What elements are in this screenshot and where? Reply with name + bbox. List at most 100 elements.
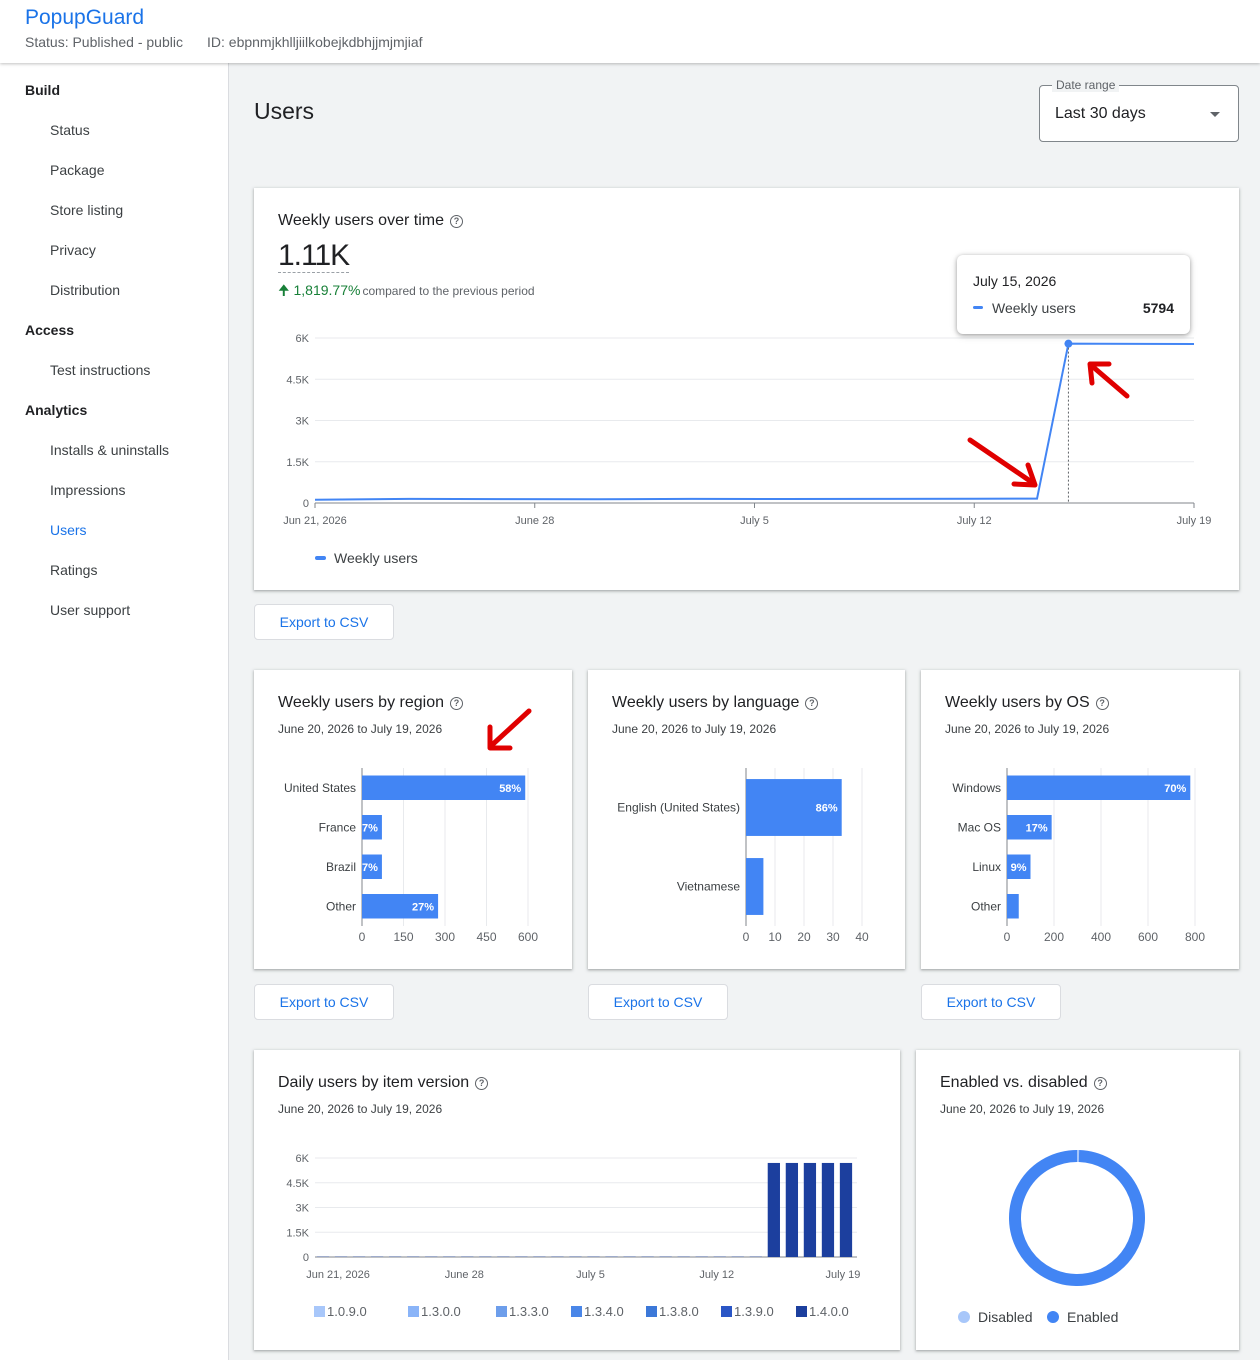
legend-label: 1.3.9.0 bbox=[734, 1304, 774, 1319]
x-tick-label: 450 bbox=[476, 930, 496, 944]
bar-value-label: 9% bbox=[1011, 862, 1027, 874]
top-bar: PopupGuard Status: Published - public ID… bbox=[0, 0, 1260, 63]
x-tick-label: June 28 bbox=[515, 515, 554, 527]
bar-value-label: 86% bbox=[816, 803, 838, 815]
sidebar: Build Status Package Store listing Priva… bbox=[0, 63, 229, 1360]
export-csv-button[interactable]: Export to CSV bbox=[921, 984, 1061, 1020]
x-tick-label: 400 bbox=[1091, 930, 1111, 944]
language-card: Weekly users by language? June 20, 2026 … bbox=[588, 670, 905, 969]
dropdown-arrow-icon bbox=[1210, 112, 1220, 117]
legend-item[interactable]: 1.3.0.0 bbox=[408, 1304, 461, 1319]
weekly-legend[interactable]: Weekly users bbox=[315, 550, 418, 566]
enabled-donut-chart bbox=[1008, 1149, 1145, 1286]
app-title[interactable]: PopupGuard bbox=[25, 6, 144, 30]
x-tick-label: 40 bbox=[855, 930, 869, 944]
legend-swatch bbox=[315, 556, 326, 560]
bar-value-label: 7% bbox=[362, 862, 378, 874]
legend-item[interactable]: 1.4.0.0 bbox=[796, 1304, 849, 1319]
legend-swatch bbox=[646, 1306, 657, 1317]
tooltip-swatch bbox=[973, 306, 983, 309]
x-tick-label: Jun 21, 2026 bbox=[306, 1269, 370, 1281]
legend-item[interactable]: 1.3.8.0 bbox=[646, 1304, 699, 1319]
x-tick-label: July 12 bbox=[699, 1269, 734, 1281]
bar-value-label: 17% bbox=[1026, 822, 1048, 834]
sidebar-item-privacy[interactable]: Privacy bbox=[50, 242, 96, 258]
legend-label: Disabled bbox=[978, 1309, 1033, 1325]
legend-item[interactable]: 1.0.9.0 bbox=[314, 1304, 367, 1319]
legend-item[interactable]: 1.3.4.0 bbox=[571, 1304, 624, 1319]
legend-label: Weekly users bbox=[334, 550, 418, 566]
legend-label: 1.3.4.0 bbox=[584, 1304, 624, 1319]
x-tick-label: July 5 bbox=[740, 515, 769, 527]
bar-value-label: 58% bbox=[499, 783, 521, 795]
category-label: France bbox=[319, 820, 357, 834]
y-tick-label: 3K bbox=[296, 1203, 310, 1215]
bar bbox=[767, 1162, 780, 1257]
x-tick-label: 600 bbox=[518, 930, 538, 944]
legend-swatch bbox=[958, 1311, 970, 1323]
x-tick-label: July 12 bbox=[957, 515, 992, 527]
app-status: Status: Published - public bbox=[25, 34, 183, 50]
tooltip-date: July 15, 2026 bbox=[973, 273, 1057, 289]
y-tick-label: 4.5K bbox=[286, 1178, 309, 1190]
x-tick-label: 0 bbox=[1004, 930, 1011, 944]
y-tick-label: 0 bbox=[303, 1252, 309, 1264]
bar bbox=[803, 1162, 817, 1257]
sidebar-item-distribution[interactable]: Distribution bbox=[50, 282, 120, 298]
y-tick-label: 0 bbox=[303, 498, 309, 510]
weekly-users-chart: 0 1.5K 3K 4.5K 6K Jun 21, 2026 June 28 July 5 Ju… bbox=[283, 333, 1212, 527]
tooltip-value: 5794 bbox=[1142, 300, 1174, 316]
y-tick-label: 4.5K bbox=[286, 374, 309, 386]
x-tick-label: 600 bbox=[1138, 930, 1158, 944]
x-tick-label: 20 bbox=[797, 930, 811, 944]
sidebar-item-user-support[interactable]: User support bbox=[50, 602, 130, 618]
x-tick-label: July 19 bbox=[1177, 515, 1212, 527]
legend-item[interactable]: Enabled bbox=[1047, 1309, 1118, 1325]
category-label: United States bbox=[284, 781, 356, 795]
export-csv-button[interactable]: Export to CSV bbox=[254, 984, 394, 1020]
date-range-select[interactable]: Date range Last 30 days bbox=[1039, 78, 1239, 142]
x-tick-label: Jun 21, 2026 bbox=[283, 515, 347, 527]
legend-swatch bbox=[496, 1306, 507, 1317]
tooltip-series: Weekly users bbox=[992, 300, 1076, 316]
legend-swatch bbox=[721, 1306, 732, 1317]
region-bar-chart: 0 150 300 450 600 United States 58% France 7% Bra… bbox=[284, 768, 538, 944]
legend-item[interactable]: 1.3.9.0 bbox=[721, 1304, 774, 1319]
legend-swatch bbox=[408, 1306, 419, 1317]
language-bar-chart: 0 10 20 30 40 English (United States) 86% Vietn… bbox=[617, 768, 869, 944]
y-tick-label: 3K bbox=[296, 416, 310, 428]
sidebar-item-users[interactable]: Users bbox=[50, 522, 87, 538]
x-tick-label: 200 bbox=[1044, 930, 1064, 944]
export-csv-button[interactable]: Export to CSV bbox=[254, 604, 394, 640]
export-csv-button[interactable]: Export to CSV bbox=[588, 984, 728, 1020]
donut-slice bbox=[1008, 1150, 1145, 1286]
sidebar-section-analytics: Analytics bbox=[25, 402, 88, 418]
sidebar-item-test-instructions[interactable]: Test instructions bbox=[50, 362, 150, 378]
sidebar-item-store-listing[interactable]: Store listing bbox=[50, 202, 123, 218]
legend-item[interactable]: 1.3.3.0 bbox=[496, 1304, 549, 1319]
sidebar-item-installs[interactable]: Installs & uninstalls bbox=[50, 442, 169, 458]
sidebar-item-status[interactable]: Status bbox=[50, 122, 90, 138]
legend-label: 1.0.9.0 bbox=[327, 1304, 367, 1319]
legend-label: Enabled bbox=[1067, 1309, 1119, 1325]
x-tick-label: 30 bbox=[826, 930, 840, 944]
category-label: Other bbox=[971, 899, 1001, 913]
chart-tooltip: July 15, 2026 Weekly users 5794 bbox=[957, 255, 1190, 334]
date-range-label: Date range bbox=[1052, 78, 1120, 92]
legend-label: 1.3.3.0 bbox=[509, 1304, 549, 1319]
y-tick-label: 1.5K bbox=[286, 1227, 309, 1239]
weekly-users-card: Weekly users over time? 1.11K 🠉 1,819.77… bbox=[254, 188, 1239, 590]
bar bbox=[785, 1162, 799, 1257]
bar-value-label: 27% bbox=[412, 901, 434, 913]
sidebar-item-impressions[interactable]: Impressions bbox=[50, 482, 125, 498]
category-label: Linux bbox=[972, 860, 1001, 874]
region-card: Weekly users by region? June 20, 2026 to… bbox=[254, 670, 572, 969]
data-point bbox=[1064, 339, 1073, 348]
legend-label: 1.3.8.0 bbox=[659, 1304, 699, 1319]
enabled-card: Enabled vs. disabled? June 20, 2026 to J… bbox=[916, 1050, 1239, 1350]
legend-item[interactable]: Disabled bbox=[958, 1309, 1032, 1325]
category-label: Vietnamese bbox=[677, 880, 740, 894]
sidebar-item-ratings[interactable]: Ratings bbox=[50, 562, 97, 578]
app-id: ID: ebpnmjkhlljiilkobejkdbhjjmjmjiaf bbox=[207, 34, 423, 50]
sidebar-item-package[interactable]: Package bbox=[50, 162, 104, 178]
